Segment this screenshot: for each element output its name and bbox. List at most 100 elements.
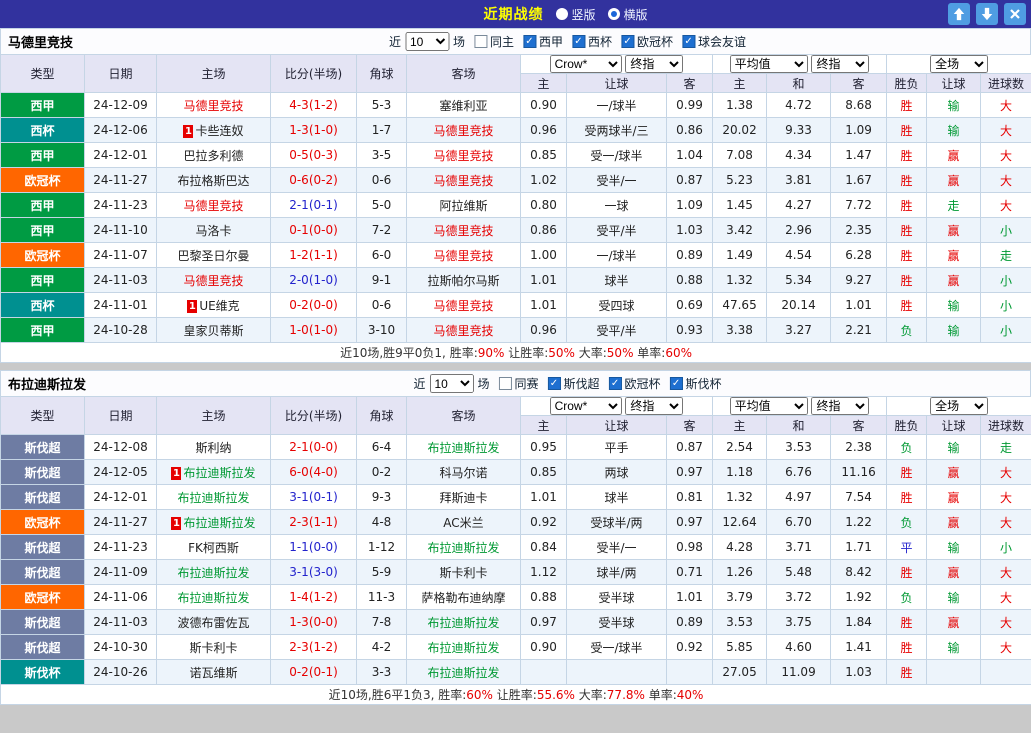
layout-radio-horizontal[interactable]: 横版 [608, 6, 648, 23]
filter-checkbox[interactable]: 同主 [474, 33, 514, 50]
scope-select[interactable]: 全场 [930, 55, 988, 73]
away-team-link[interactable]: 塞维利亚 [439, 99, 487, 113]
away-team-link[interactable]: 萨格勒布迪纳摩 [421, 591, 505, 605]
away-team-link[interactable]: 阿拉维斯 [439, 199, 487, 213]
match-row: 斯伐杯24-10-26诺瓦维斯0-2(0-1)3-3布拉迪斯拉发27.0511.… [1, 660, 1031, 685]
euro-draw-odds-cell: 4.60 [767, 635, 831, 660]
euro-away-odds-cell: 8.68 [831, 93, 887, 118]
close-button[interactable] [1004, 3, 1026, 25]
home-team-link[interactable]: 巴黎圣日尔曼 [177, 249, 249, 263]
final-odds-select[interactable]: 终指 [625, 397, 683, 415]
home-team-link[interactable]: 布拉迪斯拉发 [177, 491, 249, 505]
away-team-link[interactable]: 布拉迪斯拉发 [427, 641, 499, 655]
away-team-cell: 布拉迪斯拉发 [407, 435, 521, 460]
layout-radio-vertical[interactable]: 竖版 [555, 6, 595, 23]
filter-checkbox[interactable]: ✓西甲 [523, 33, 563, 50]
filter-checkbox[interactable]: ✓斯伐超 [548, 375, 600, 392]
home-team-link[interactable]: UE维克 [199, 299, 239, 313]
final-odds-select-2[interactable]: 终指 [811, 55, 869, 73]
move-down-button[interactable] [976, 3, 998, 25]
corner-cell: 3-10 [357, 318, 407, 343]
column-header: 让球 [927, 416, 981, 435]
away-team-link[interactable]: 布拉迪斯拉发 [427, 441, 499, 455]
handicap-line-cell: 两球 [567, 460, 667, 485]
away-team-link[interactable]: 布拉迪斯拉发 [427, 616, 499, 630]
filter-checkbox[interactable]: ✓斯伐杯 [670, 375, 722, 392]
away-team-link[interactable]: 马德里竞技 [433, 249, 493, 263]
away-team-link[interactable]: 拉斯帕尔马斯 [427, 274, 499, 288]
away-team-cell: 马德里竞技 [407, 318, 521, 343]
average-odds-select[interactable]: 平均值 [730, 397, 808, 415]
filter-checkbox[interactable]: ✓欧冠杯 [621, 33, 673, 50]
match-count-select[interactable]: 10 [405, 32, 449, 51]
team-name[interactable]: 布拉迪斯拉发 [8, 374, 86, 393]
home-team-link[interactable]: 巴拉多利德 [183, 149, 243, 163]
filter-checkbox[interactable]: 同赛 [498, 375, 538, 392]
league-badge: 斯伐超 [1, 535, 85, 560]
league-badge: 斯伐超 [1, 460, 85, 485]
ah-home-odds-cell: 1.01 [521, 293, 567, 318]
handicap-result-cell: 赢 [927, 218, 981, 243]
corner-cell: 1-7 [357, 118, 407, 143]
league-badge: 斯伐超 [1, 560, 85, 585]
home-team-link[interactable]: 布拉格斯巴达 [177, 174, 249, 188]
home-team-link[interactable]: 卡些连奴 [195, 124, 243, 138]
home-team-link[interactable]: 马德里竞技 [183, 274, 243, 288]
away-team-link[interactable]: 马德里竞技 [433, 149, 493, 163]
away-team-link[interactable]: 马德里竞技 [433, 299, 493, 313]
away-team-cell: 布拉迪斯拉发 [407, 635, 521, 660]
odds-company-select[interactable]: Crow* [550, 55, 622, 73]
away-team-link[interactable]: 科马尔诺 [439, 466, 487, 480]
away-team-link[interactable]: 布拉迪斯拉发 [427, 666, 499, 680]
filter-checkbox[interactable]: ✓西杯 [572, 33, 612, 50]
home-team-link[interactable]: 斯卡利卡 [189, 641, 237, 655]
filter-checkbox-label: 欧冠杯 [637, 33, 673, 50]
final-odds-select-2[interactable]: 终指 [811, 397, 869, 415]
move-up-button[interactable] [948, 3, 970, 25]
handicap-result-cell: 输 [927, 318, 981, 343]
match-date-cell: 24-11-06 [85, 585, 157, 610]
odds-company-select[interactable]: Crow* [550, 397, 622, 415]
filter-checkbox-label: 斯伐超 [564, 375, 600, 392]
average-odds-select[interactable]: 平均值 [730, 55, 808, 73]
away-team-link[interactable]: 马德里竞技 [433, 174, 493, 188]
team-name[interactable]: 马德里竞技 [8, 32, 73, 51]
home-team-link[interactable]: 诺瓦维斯 [189, 666, 237, 680]
column-header: 进球数 [981, 416, 1031, 435]
home-team-link[interactable]: 布拉迪斯拉发 [183, 466, 255, 480]
home-team-link[interactable]: 布拉迪斯拉发 [177, 591, 249, 605]
home-team-link[interactable]: 布拉迪斯拉发 [183, 516, 255, 530]
corner-cell: 11-3 [357, 585, 407, 610]
score-cell: 1-4(1-2) [271, 585, 357, 610]
score-cell: 0-2(0-0) [271, 293, 357, 318]
scope-select[interactable]: 全场 [930, 397, 988, 415]
goals-result-cell: 大 [981, 635, 1031, 660]
home-team-link[interactable]: 马德里竞技 [183, 99, 243, 113]
home-team-link[interactable]: FK柯西斯 [188, 541, 239, 555]
home-team-link[interactable]: 斯利纳 [195, 441, 231, 455]
home-team-link[interactable]: 马德里竞技 [183, 199, 243, 213]
match-date-cell: 24-11-27 [85, 168, 157, 193]
euro-draw-odds-cell: 20.14 [767, 293, 831, 318]
checkbox-checked-icon: ✓ [548, 377, 561, 390]
filter-checkbox[interactable]: ✓欧冠杯 [609, 375, 661, 392]
away-team-cell: 马德里竞技 [407, 218, 521, 243]
away-team-link[interactable]: 马德里竞技 [433, 324, 493, 338]
match-count-select[interactable]: 10 [429, 374, 473, 393]
away-team-cell: 斯卡利卡 [407, 560, 521, 585]
summary-row: 近10场,胜9平0负1, 胜率:90% 让胜率:50% 大率:50% 单率:60… [1, 343, 1031, 363]
away-team-link[interactable]: 布拉迪斯拉发 [427, 541, 499, 555]
away-team-link[interactable]: 马德里竞技 [433, 224, 493, 238]
away-team-link[interactable]: 拜斯迪卡 [439, 491, 487, 505]
ah-away-odds-cell: 0.97 [667, 460, 713, 485]
home-team-link[interactable]: 马洛卡 [195, 224, 231, 238]
home-team-link[interactable]: 皇家贝蒂斯 [183, 324, 243, 338]
away-team-link[interactable]: AC米兰 [443, 516, 483, 530]
league-badge: 斯伐杯 [1, 660, 85, 685]
home-team-link[interactable]: 波德布雷佐瓦 [177, 616, 249, 630]
filter-checkbox[interactable]: ✓球会友谊 [682, 33, 746, 50]
away-team-link[interactable]: 斯卡利卡 [439, 566, 487, 580]
home-team-link[interactable]: 布拉迪斯拉发 [177, 566, 249, 580]
final-odds-select[interactable]: 终指 [625, 55, 683, 73]
away-team-link[interactable]: 马德里竞技 [433, 124, 493, 138]
